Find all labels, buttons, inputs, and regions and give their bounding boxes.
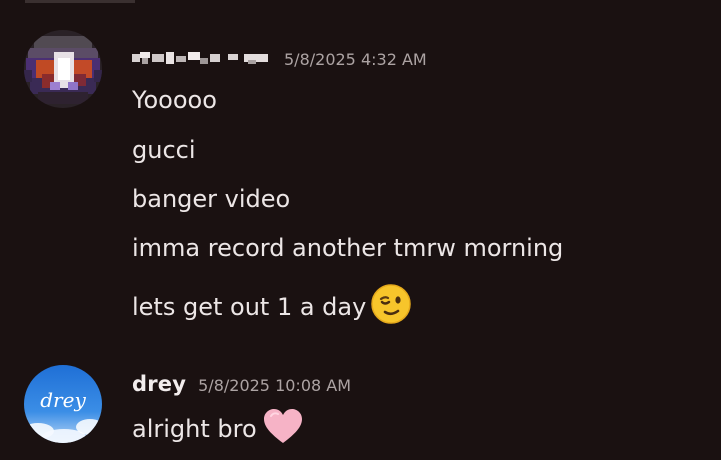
message-text: lets get out 1 a day	[132, 293, 367, 321]
message-timestamp[interactable]: 5/8/2025 10:08 AM	[198, 376, 351, 395]
message-text: gucci	[132, 136, 196, 164]
redacted-username[interactable]	[132, 51, 270, 65]
message-timestamp[interactable]: 5/8/2025 4:32 AM	[284, 50, 427, 69]
svg-text:drey: drey	[40, 388, 86, 412]
message-text-with-emoji: alright bro	[132, 406, 305, 452]
message-text: alright bro	[132, 415, 257, 443]
avatar[interactable]: drey	[24, 365, 102, 443]
message-text: banger video	[132, 185, 291, 213]
message-text-with-emoji: lets get out 1 a day	[132, 283, 412, 331]
winking-face-icon	[370, 283, 412, 331]
previous-message-edge	[25, 0, 135, 3]
pink-heart-icon	[261, 406, 305, 452]
username[interactable]: drey	[132, 372, 186, 396]
message-header: 5/8/2025 4:32 AM	[132, 50, 427, 69]
message-header: drey 5/8/2025 10:08 AM	[132, 372, 351, 396]
message-text: Yooooo	[132, 86, 217, 114]
message-text: imma record another tmrw morning	[132, 234, 564, 262]
pixelated-avatar-icon	[24, 30, 102, 108]
drey-avatar-icon: drey	[24, 365, 102, 443]
avatar[interactable]	[24, 30, 102, 108]
